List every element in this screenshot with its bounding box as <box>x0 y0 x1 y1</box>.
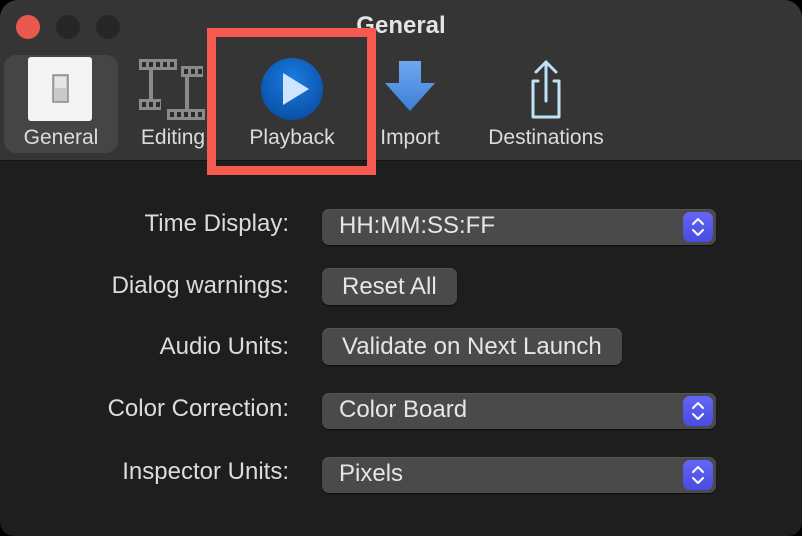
color-correction-popup[interactable]: Color Board <box>322 393 716 429</box>
up-down-chevron-icon <box>683 396 713 426</box>
switch-icon <box>28 57 94 121</box>
reset-all-button[interactable]: Reset All <box>322 268 457 305</box>
color-correction-label: Color Correction: <box>107 395 289 422</box>
window-title: General <box>356 12 446 39</box>
inspector-units-value: Pixels <box>339 460 404 487</box>
validate-on-next-launch-button[interactable]: Validate on Next Launch <box>322 328 622 365</box>
preferences-window: General General Editing Playback Import … <box>0 0 802 536</box>
time-display-value: HH:MM:SS:FF <box>339 212 495 239</box>
share-icon <box>513 57 579 121</box>
time-display-label: Time Display: <box>144 210 289 237</box>
inspector-units-label: Inspector Units: <box>122 458 289 485</box>
tab-editing[interactable]: Editing <box>132 55 214 153</box>
color-correction-value: Color Board <box>339 396 468 423</box>
tab-general[interactable]: General <box>4 55 118 153</box>
up-down-chevron-icon <box>683 460 713 490</box>
film-strip-icon <box>137 57 205 121</box>
download-arrow-icon <box>377 57 443 121</box>
playback-highlight-box <box>207 28 376 175</box>
tab-label: Destinations <box>488 126 604 149</box>
inspector-units-popup[interactable]: Pixels <box>322 457 716 493</box>
toolbar: General General Editing Playback Import … <box>0 0 802 161</box>
time-display-popup[interactable]: HH:MM:SS:FF <box>322 209 716 245</box>
tab-import[interactable]: Import <box>370 55 450 153</box>
up-down-chevron-icon <box>683 212 713 242</box>
dialog-warnings-label: Dialog warnings: <box>111 272 289 299</box>
tab-label: General <box>23 126 99 149</box>
tab-destinations[interactable]: Destinations <box>474 55 618 153</box>
tab-label: Import <box>380 126 440 149</box>
audio-units-label: Audio Units: <box>159 333 289 360</box>
tab-label: Editing <box>140 126 206 149</box>
